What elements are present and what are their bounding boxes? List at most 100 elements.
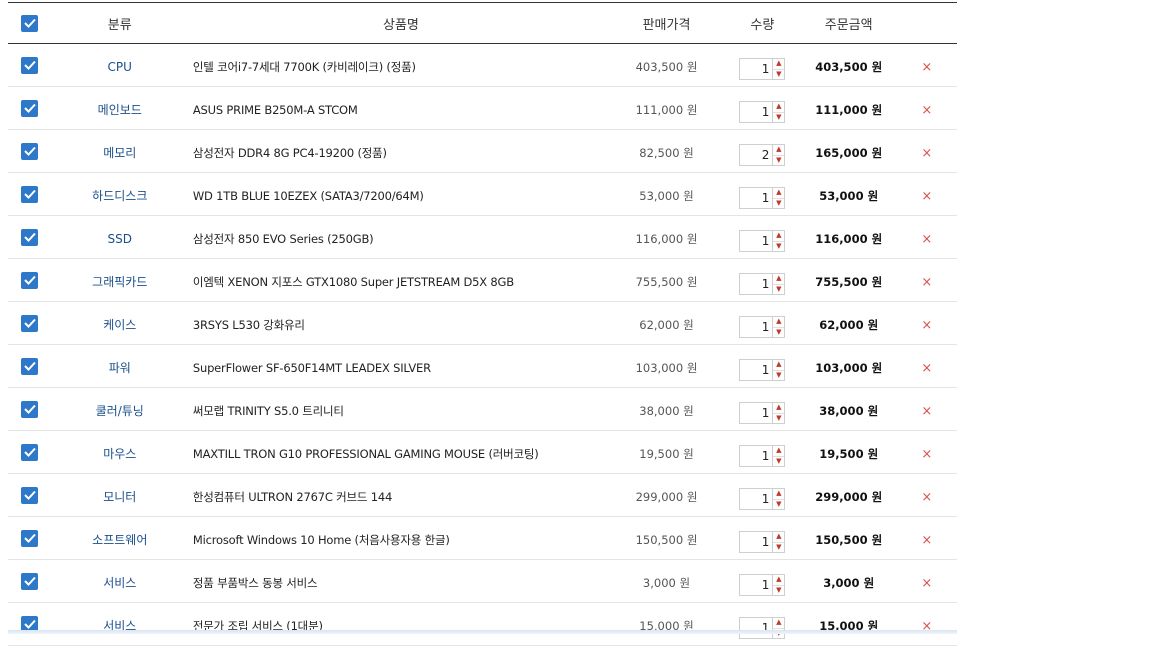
quantity-stepper[interactable]: 1 ▲ ▼: [739, 531, 786, 553]
close-icon[interactable]: ×: [921, 103, 932, 118]
row-product-name[interactable]: WD 1TB BLUE 10EZEX (SATA3/7200/64M): [193, 189, 424, 203]
row-product-name[interactable]: MAXTILL TRON G10 PROFESSIONAL GAMING MOU…: [193, 447, 539, 461]
quantity-stepper[interactable]: 1 ▲ ▼: [739, 402, 786, 424]
quantity-stepper[interactable]: 1 ▲ ▼: [739, 574, 786, 596]
row-product-name[interactable]: SuperFlower SF-650F14MT LEADEX SILVER: [193, 361, 431, 375]
quantity-value[interactable]: 1: [740, 446, 773, 466]
row-category[interactable]: 파워: [109, 361, 131, 375]
chevron-up-icon[interactable]: ▲: [773, 403, 784, 413]
chevron-up-icon[interactable]: ▲: [773, 446, 784, 456]
chevron-up-icon[interactable]: ▲: [773, 317, 784, 327]
chevron-up-icon[interactable]: ▲: [773, 575, 784, 585]
chevron-down-icon[interactable]: ▼: [773, 369, 785, 381]
row-product-name[interactable]: 정품 부품박스 동봉 서비스: [193, 576, 318, 590]
row-product-name[interactable]: 한성컴퓨터 ULTRON 2767C 커브드 144: [193, 490, 392, 504]
quantity-value[interactable]: 1: [740, 231, 773, 251]
row-category[interactable]: 쿨러/튜닝: [96, 404, 144, 418]
row-category[interactable]: 모니터: [103, 490, 136, 504]
quantity-value[interactable]: 1: [740, 102, 773, 122]
row-category[interactable]: 메모리: [103, 146, 136, 160]
close-icon[interactable]: ×: [921, 318, 932, 333]
row-product-name[interactable]: 3RSYS L530 강화유리: [193, 318, 305, 332]
close-icon[interactable]: ×: [921, 60, 932, 75]
row-checkbox[interactable]: [21, 529, 38, 547]
row-category[interactable]: 서비스: [103, 576, 136, 590]
chevron-up-icon[interactable]: ▲: [773, 102, 784, 112]
chevron-up-icon[interactable]: ▲: [773, 231, 784, 241]
row-category[interactable]: SSD: [108, 232, 132, 246]
row-checkbox[interactable]: [21, 400, 38, 418]
row-category[interactable]: 소프트웨어: [92, 533, 147, 547]
quantity-value[interactable]: 2: [740, 145, 773, 165]
row-product-name[interactable]: 삼성전자 850 EVO Series (250GB): [193, 232, 374, 246]
chevron-down-icon[interactable]: ▼: [773, 197, 785, 209]
row-checkbox[interactable]: [21, 443, 38, 461]
row-checkbox[interactable]: [21, 228, 38, 246]
close-icon[interactable]: ×: [921, 404, 932, 419]
row-category[interactable]: 하드디스크: [92, 189, 147, 203]
chevron-down-icon[interactable]: ▼: [773, 326, 785, 338]
quantity-stepper[interactable]: 1 ▲ ▼: [739, 359, 786, 381]
close-icon[interactable]: ×: [921, 447, 932, 462]
chevron-down-icon[interactable]: ▼: [773, 111, 785, 123]
chevron-down-icon[interactable]: ▼: [773, 154, 785, 166]
chevron-up-icon[interactable]: ▲: [773, 59, 784, 69]
quantity-stepper[interactable]: 1 ▲ ▼: [739, 273, 786, 295]
chevron-down-icon[interactable]: ▼: [773, 584, 785, 596]
quantity-stepper[interactable]: 1 ▲ ▼: [739, 316, 786, 338]
quantity-value[interactable]: 1: [740, 618, 773, 638]
chevron-up-icon[interactable]: ▲: [773, 145, 784, 155]
quantity-value[interactable]: 1: [740, 59, 773, 79]
chevron-up-icon[interactable]: ▲: [773, 188, 784, 198]
quantity-value[interactable]: 1: [740, 317, 773, 337]
close-icon[interactable]: ×: [921, 490, 932, 505]
chevron-up-icon[interactable]: ▲: [773, 274, 784, 284]
quantity-value[interactable]: 1: [740, 489, 773, 509]
chevron-down-icon[interactable]: ▼: [773, 455, 785, 467]
quantity-value[interactable]: 1: [740, 360, 773, 380]
row-category[interactable]: CPU: [108, 60, 132, 74]
row-checkbox[interactable]: [21, 142, 38, 160]
row-checkbox[interactable]: [21, 572, 38, 590]
close-icon[interactable]: ×: [921, 533, 932, 548]
quantity-stepper[interactable]: 1 ▲ ▼: [739, 617, 786, 639]
row-checkbox[interactable]: [21, 99, 38, 117]
row-product-name[interactable]: 인텔 코어i7-7세대 7700K (카비레이크) (정품): [193, 60, 416, 74]
select-all-checkbox[interactable]: [21, 14, 38, 32]
row-category[interactable]: 메인보드: [98, 103, 142, 117]
row-checkbox[interactable]: [21, 271, 38, 289]
row-product-name[interactable]: Microsoft Windows 10 Home (처음사용자용 한글): [193, 533, 450, 547]
chevron-up-icon[interactable]: ▲: [773, 532, 784, 542]
chevron-down-icon[interactable]: ▼: [773, 412, 785, 424]
row-checkbox[interactable]: [21, 314, 38, 332]
row-category[interactable]: 케이스: [103, 318, 136, 332]
quantity-stepper[interactable]: 1 ▲ ▼: [739, 445, 786, 467]
chevron-down-icon[interactable]: ▼: [773, 541, 785, 553]
quantity-stepper[interactable]: 1 ▲ ▼: [739, 101, 786, 123]
row-product-name[interactable]: 써모랩 TRINITY S5.0 트리니티: [193, 404, 344, 418]
row-product-name[interactable]: ASUS PRIME B250M-A STCOM: [193, 103, 358, 117]
row-checkbox[interactable]: [21, 486, 38, 504]
row-checkbox[interactable]: [21, 56, 38, 74]
chevron-up-icon[interactable]: ▲: [773, 489, 784, 499]
row-product-name[interactable]: 삼성전자 DDR4 8G PC4-19200 (정품): [193, 146, 387, 160]
quantity-value[interactable]: 1: [740, 575, 773, 595]
close-icon[interactable]: ×: [921, 576, 932, 591]
row-product-name[interactable]: 이엠텍 XENON 지포스 GTX1080 Super JETSTREAM D5…: [193, 275, 514, 289]
row-category[interactable]: 마우스: [103, 447, 136, 461]
quantity-stepper[interactable]: 1 ▲ ▼: [739, 58, 786, 80]
quantity-value[interactable]: 1: [740, 532, 773, 552]
close-icon[interactable]: ×: [921, 146, 932, 161]
close-icon[interactable]: ×: [921, 361, 932, 376]
chevron-down-icon[interactable]: ▼: [773, 498, 785, 510]
quantity-value[interactable]: 1: [740, 403, 773, 423]
quantity-stepper[interactable]: 1 ▲ ▼: [739, 230, 786, 252]
chevron-down-icon[interactable]: ▼: [773, 68, 785, 80]
chevron-down-icon[interactable]: ▼: [773, 240, 785, 252]
chevron-up-icon[interactable]: ▲: [773, 618, 784, 628]
quantity-value[interactable]: 1: [740, 188, 773, 208]
quantity-stepper[interactable]: 2 ▲ ▼: [739, 144, 786, 166]
row-checkbox[interactable]: [21, 357, 38, 375]
quantity-value[interactable]: 1: [740, 274, 773, 294]
chevron-up-icon[interactable]: ▲: [773, 360, 784, 370]
